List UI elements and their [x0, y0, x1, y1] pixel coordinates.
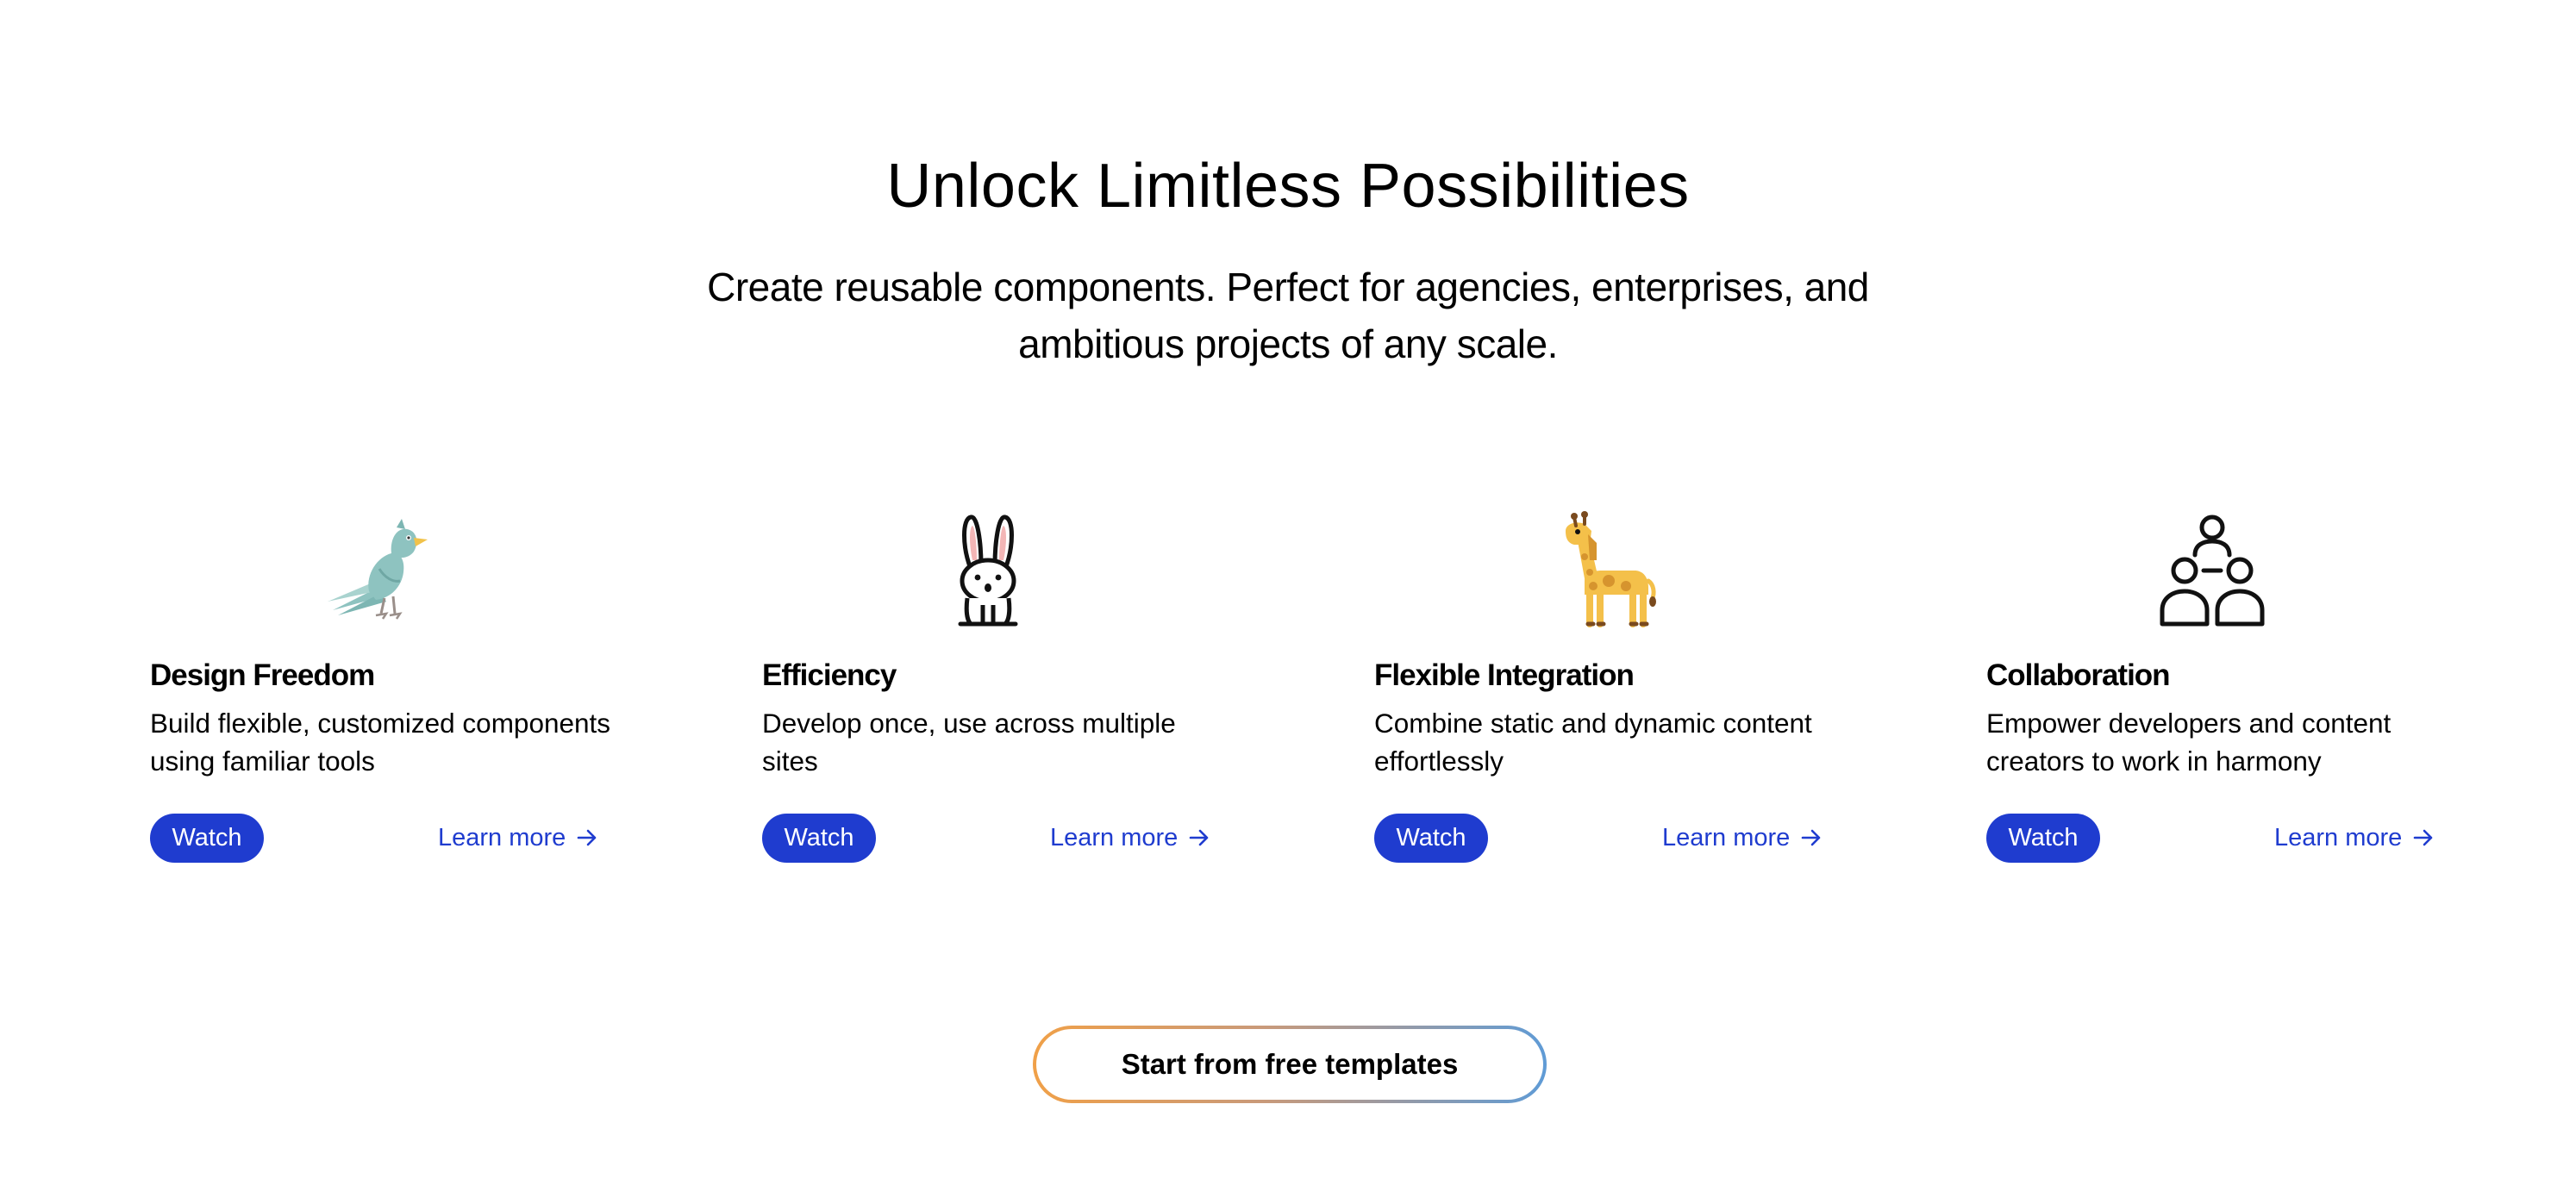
- arrow-right-icon: [2414, 829, 2433, 846]
- arrow-right-icon: [578, 829, 597, 846]
- start-templates-button[interactable]: Start from free templates: [1033, 1026, 1547, 1103]
- learn-more-link[interactable]: Learn more: [1662, 820, 1823, 855]
- watch-button[interactable]: Watch: [1986, 814, 2100, 863]
- feature-description: Empower developers and content creators …: [1986, 708, 2392, 777]
- learn-more-label: Learn more: [2274, 824, 2403, 852]
- feature-description: Combine static and dynamic content effor…: [1374, 708, 1812, 777]
- feature-card-collaboration: Collaboration Empower developers and con…: [1986, 500, 2452, 879]
- watch-button[interactable]: Watch: [1374, 814, 1488, 863]
- feature-card-flexible-integration: Flexible Integration Combine static and …: [1374, 500, 1840, 879]
- learn-more-link[interactable]: Learn more: [1050, 820, 1210, 855]
- learn-more-label: Learn more: [438, 824, 566, 852]
- people-group-icon: [2160, 515, 2265, 627]
- watch-button[interactable]: Watch: [762, 814, 876, 863]
- rabbit-icon: [958, 515, 1018, 627]
- arrow-right-icon: [1190, 829, 1209, 846]
- page: Unlock Limitless Possibilities Create re…: [0, 0, 2576, 1179]
- feature-description: Develop once, use across multiple sites: [762, 708, 1176, 777]
- giraffe-icon: [1566, 511, 1656, 627]
- feature-card-efficiency: Efficiency Develop once, use across mult…: [762, 500, 1228, 879]
- feature-title: Flexible Integration: [1374, 658, 1635, 692]
- feature-title: Collaboration: [1986, 658, 2171, 692]
- learn-more-link[interactable]: Learn more: [2274, 820, 2435, 855]
- bird-icon: [328, 519, 428, 620]
- learn-more-label: Learn more: [1662, 824, 1791, 852]
- watch-button[interactable]: Watch: [150, 814, 264, 863]
- learn-more-label: Learn more: [1050, 824, 1179, 852]
- page-subtitle: Create reusable components. Perfect for …: [707, 265, 1869, 366]
- learn-more-link[interactable]: Learn more: [438, 820, 598, 855]
- feature-title: Efficiency: [762, 658, 897, 692]
- start-templates-label: Start from free templates: [1036, 1029, 1543, 1100]
- feature-card-design-freedom: Design Freedom Build flexible, customize…: [150, 500, 616, 879]
- page-title: Unlock Limitless Possibilities: [886, 152, 1690, 221]
- feature-title: Design Freedom: [150, 658, 375, 692]
- feature-description: Build flexible, customized components us…: [150, 708, 611, 777]
- arrow-right-icon: [1802, 829, 1821, 846]
